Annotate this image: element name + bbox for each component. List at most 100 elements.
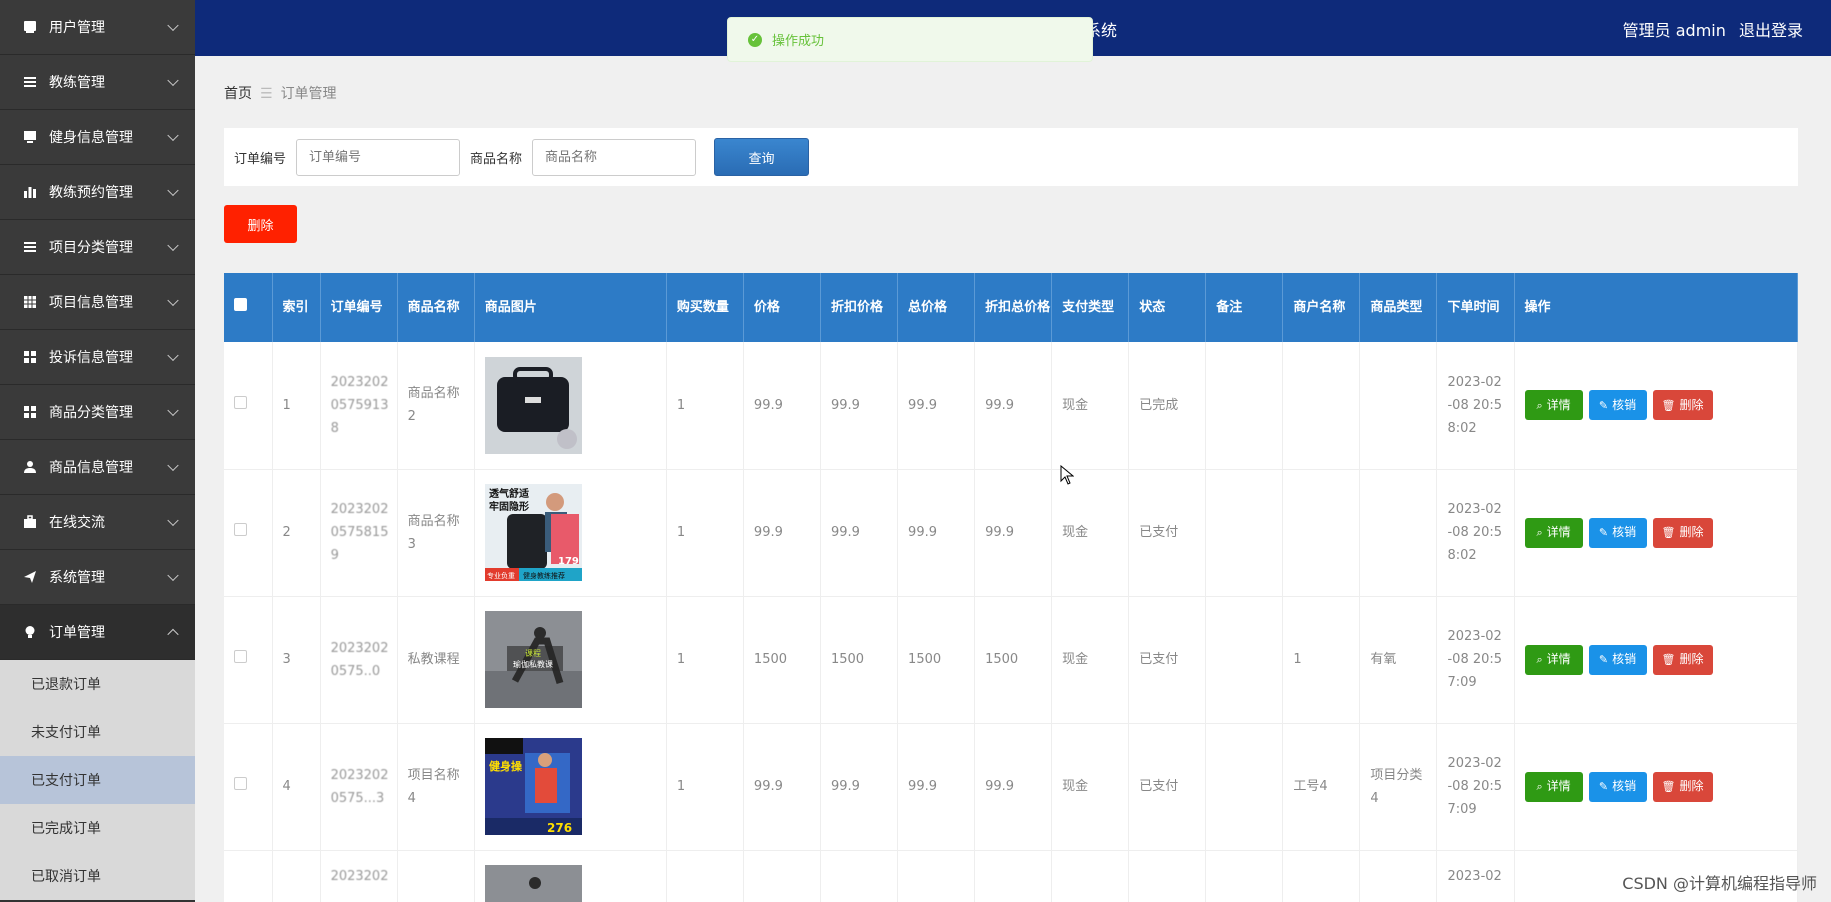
cell-pay-type: 现金: [1051, 596, 1130, 724]
cell-order-time: 2023-02 -08 20:5 8:02: [1436, 469, 1515, 597]
detail-label: 详情: [1546, 652, 1571, 666]
cell-discount-total: [974, 850, 1053, 902]
cell-product-name: [397, 850, 475, 902]
delete-button[interactable]: 🗑 删除: [1652, 517, 1713, 548]
delete-label: 删除: [1679, 397, 1704, 412]
row-select-cell: [224, 342, 273, 470]
sidebar-subitem-unpaid[interactable]: 未支付订单: [0, 708, 195, 756]
col-header: 备注: [1205, 273, 1284, 342]
sidebar-item-project-category[interactable]: 项目分类管理: [0, 220, 195, 275]
sidebar-item-system[interactable]: 系统管理: [0, 550, 195, 605]
sidebar-item-product-category[interactable]: 商品分类管理: [0, 385, 195, 440]
sidebar-subitem-cancelled[interactable]: 已取消订单: [0, 852, 195, 900]
cell-discount-price: 99.9: [820, 342, 899, 470]
cell-total-price: [897, 850, 976, 902]
sidebar-subitem-paid[interactable]: 已支付订单: [0, 756, 195, 804]
select-all-checkbox[interactable]: [234, 297, 247, 311]
success-toast: ✓ 操作成功: [727, 17, 1093, 62]
sidebar-item-coaches[interactable]: 教练管理: [0, 55, 195, 110]
cell-pay-type: [1051, 850, 1130, 902]
grid-icon: [22, 404, 38, 420]
breadcrumb-home[interactable]: 首页: [224, 86, 252, 102]
sidebar-subitem-refunded[interactable]: 已退款订单: [0, 660, 195, 708]
sidebar-item-label: 商品分类管理: [49, 405, 133, 421]
row-checkbox[interactable]: [234, 395, 247, 409]
cell-index: 1: [272, 342, 321, 470]
sidebar-item-users[interactable]: 用户管理: [0, 0, 195, 55]
sidebar-item-complaints[interactable]: 投诉信息管理: [0, 330, 195, 385]
delete-button[interactable]: 🗑 删除: [1652, 771, 1713, 802]
cell-merchant: 1: [1282, 596, 1361, 724]
sidebar-item-label: 投诉信息管理: [49, 350, 133, 366]
col-header: 购买数量: [666, 273, 744, 342]
detail-button[interactable]: ⌕ 详情: [1524, 390, 1583, 421]
trash-icon: 🗑: [1661, 653, 1676, 666]
logout-link[interactable]: 退出登录: [1739, 21, 1803, 40]
cell-order-no: 2023202: [320, 850, 398, 902]
row-actions: ⌕ 详情 ✎ 核销 🗑 删除: [1524, 390, 1797, 421]
sidebar-item-label: 系统管理: [49, 570, 105, 586]
table-row: 1 2023202 0575913 8 商品名称 2 1 99.9 99.9 99.9…: [224, 342, 1798, 470]
row-checkbox[interactable]: [234, 523, 247, 536]
cell-actions: ⌕ 详情 ✎ 核销 🗑 删除: [1514, 723, 1798, 851]
verify-button[interactable]: ✎ 核销: [1588, 644, 1647, 675]
detail-button[interactable]: ⌕ 详情: [1524, 644, 1583, 675]
watermark: CSDN @计算机编程指导师: [1622, 874, 1817, 893]
chevron-down-icon: [167, 349, 179, 362]
cell-product-image: 健身操 276: [474, 723, 667, 851]
cell-product-image: [474, 342, 667, 470]
cell-product-name: 商品名称 2: [397, 342, 475, 470]
gym-text-1: 健身操: [489, 759, 523, 773]
table-icon: [22, 294, 38, 310]
col-header: 商品名称: [397, 273, 475, 342]
row-checkbox[interactable]: [234, 777, 247, 790]
main-content: 首页☰订单管理 订单编号 商品名称 查询 删除 索引 订单编号 商品名称 商品: [195, 56, 1831, 902]
sidebar-item-label: 订单管理: [49, 625, 105, 641]
sidebar-item-label: 教练管理: [49, 75, 105, 91]
sidebar-item-coach-booking[interactable]: 教练预约管理: [0, 165, 195, 220]
sidebar-item-online-chat[interactable]: 在线交流: [0, 495, 195, 550]
breadcrumb-separator: ☰: [260, 86, 273, 102]
cell-total-price: 99.9: [897, 723, 976, 851]
cell-index: 2: [272, 469, 321, 597]
detail-button[interactable]: ⌕ 详情: [1524, 771, 1583, 802]
detail-button[interactable]: ⌕ 详情: [1524, 517, 1583, 548]
cell-order-no: 2023202 0575..0: [320, 596, 398, 724]
cell-qty: 1: [666, 342, 744, 470]
trash-icon: 🗑: [1661, 526, 1676, 539]
delete-button[interactable]: 🗑 删除: [1652, 390, 1713, 421]
col-header: 操作: [1514, 273, 1798, 342]
order-no-input[interactable]: [296, 138, 461, 176]
row-select-cell: [224, 850, 273, 902]
cell-index: 3: [272, 596, 321, 724]
cell-order-no: 2023202 0575913 8: [320, 342, 398, 470]
breadcrumb-current: 订单管理: [280, 86, 337, 102]
vest-tag-2: 健身教练推荐: [523, 571, 565, 580]
sidebar-item-product-info[interactable]: 商品信息管理: [0, 440, 195, 495]
sidebar-subitem-completed[interactable]: 已完成订单: [0, 804, 195, 852]
product-name-input[interactable]: [532, 138, 697, 176]
cell-remark: [1205, 342, 1284, 470]
cell-product-name: 私教课程: [397, 596, 475, 724]
query-button[interactable]: 查询: [714, 138, 810, 176]
sidebar-item-project-info[interactable]: 项目信息管理: [0, 275, 195, 330]
cell-product-image: [474, 850, 667, 902]
row-actions: ⌕ 详情 ✎ 核销 🗑 删除: [1524, 771, 1797, 802]
verify-button[interactable]: ✎ 核销: [1588, 390, 1647, 421]
row-checkbox[interactable]: [234, 650, 247, 663]
cell-order-time: 2023-02 -08 20:5 7:09: [1436, 596, 1515, 724]
detail-label: 详情: [1546, 525, 1571, 539]
cell-status: 已支付: [1128, 723, 1207, 851]
chevron-up-icon: [167, 628, 179, 641]
sidebar-item-fitness-info[interactable]: 健身信息管理: [0, 110, 195, 165]
chevron-down-icon: [167, 294, 179, 307]
verify-button[interactable]: ✎ 核销: [1588, 771, 1647, 802]
verify-button[interactable]: ✎ 核销: [1588, 517, 1647, 548]
cell-product-type: 有氧: [1359, 596, 1438, 724]
batch-delete-button[interactable]: 删除: [224, 205, 297, 243]
select-all-cell[interactable]: [224, 273, 273, 342]
delete-button[interactable]: 🗑 删除: [1652, 644, 1713, 675]
vest-text-1: 透气舒适: [489, 487, 529, 500]
cell-order-time: 2023-02 -08 20:5 8:02: [1436, 342, 1515, 470]
sidebar-item-orders[interactable]: 订单管理: [0, 605, 195, 660]
